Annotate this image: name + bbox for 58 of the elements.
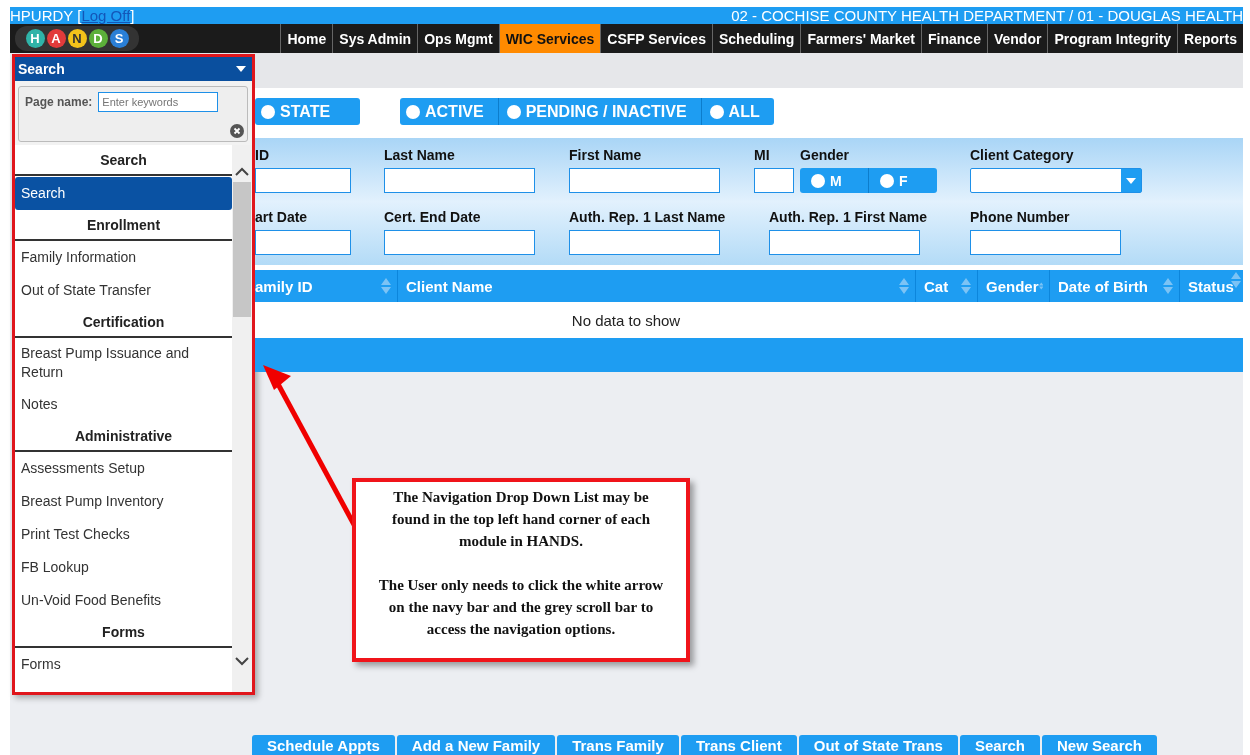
menu-item[interactable]: Forms bbox=[15, 648, 232, 681]
note-text: The Navigation Drop Down List may be found in the top left hand corner of each module in HANDS. bbox=[390, 488, 652, 551]
menu-tab[interactable]: WIC Services bbox=[498, 24, 601, 53]
menu-item[interactable]: Notes bbox=[15, 388, 232, 421]
menu-item[interactable]: Breast Pump Inventory bbox=[15, 485, 232, 518]
scrollbar[interactable] bbox=[232, 145, 252, 692]
logo-letter: H bbox=[25, 29, 45, 48]
field-label: Cert. End Date bbox=[384, 209, 482, 227]
chevron-down-icon[interactable] bbox=[235, 657, 249, 666]
clear-icon[interactable] bbox=[230, 124, 244, 138]
sort-icon bbox=[899, 278, 909, 294]
text-field[interactable] bbox=[970, 230, 1121, 255]
text-field[interactable] bbox=[569, 168, 720, 193]
field-label: Last Name bbox=[384, 147, 456, 165]
logo-letter: A bbox=[46, 29, 66, 48]
logo-letter: D bbox=[88, 29, 108, 48]
field-label: Phone Number bbox=[970, 209, 1071, 227]
text-field[interactable] bbox=[255, 168, 351, 193]
menu-item[interactable]: FB Lookup bbox=[15, 551, 232, 584]
field-label: art Date bbox=[255, 209, 309, 227]
text-field[interactable] bbox=[569, 230, 720, 255]
empty-message: No data to show bbox=[571, 311, 681, 329]
text-field[interactable] bbox=[769, 230, 920, 255]
menu-item[interactable]: Assessments Setup bbox=[15, 452, 232, 485]
menu-item[interactable]: Search bbox=[15, 177, 232, 210]
scroll-thumb[interactable] bbox=[233, 182, 251, 317]
field-label: Page name: bbox=[25, 95, 93, 109]
menu-item[interactable]: Un-Void Food Benefits bbox=[15, 584, 232, 617]
caret-icon bbox=[1126, 177, 1136, 184]
text-field[interactable] bbox=[384, 230, 535, 255]
chevron-up-icon[interactable] bbox=[235, 167, 249, 176]
logo-letter: S bbox=[109, 29, 129, 48]
menu-item[interactable]: Out of State Transfer bbox=[15, 274, 232, 307]
field-label: Gender bbox=[800, 147, 850, 165]
field-label: First Name bbox=[569, 147, 643, 165]
agency-title: 02 - COCHISE COUNTY HEALTH DEPARTMENT / 01 - DOUGLAS HEALTH bbox=[731, 7, 1243, 24]
field-label: ID bbox=[255, 147, 270, 165]
text-field[interactable] bbox=[754, 168, 794, 193]
text-field[interactable] bbox=[384, 168, 535, 193]
logo-letter: N bbox=[67, 29, 87, 48]
note-text: The User only needs to click the white arrow on the navy bar and the grey scroll bar to access the navigation options. bbox=[378, 576, 664, 639]
menu-item[interactable]: Breast Pump Issuance and Return bbox=[15, 338, 232, 388]
sort-icon bbox=[381, 278, 391, 294]
menu-item[interactable]: Print Test Checks bbox=[15, 518, 232, 551]
category-select[interactable] bbox=[970, 168, 1142, 193]
dropdown-header[interactable]: Search bbox=[15, 57, 252, 81]
sort-icon bbox=[1163, 278, 1173, 294]
field-label: MI bbox=[754, 147, 771, 165]
sort-icon bbox=[961, 278, 971, 294]
field-label: Auth. Rep. 1 Last Name bbox=[569, 209, 727, 227]
text-field[interactable] bbox=[255, 230, 351, 255]
caret-icon[interactable] bbox=[236, 66, 246, 72]
user-name: HPURDY [Log Off] bbox=[10, 7, 135, 24]
field-label: Auth. Rep. 1 First Name bbox=[769, 209, 928, 227]
menu-item[interactable]: Family Information bbox=[15, 241, 232, 274]
field-label: Client Category bbox=[970, 147, 1075, 165]
dropdown-title: Search bbox=[18, 61, 65, 77]
keyword-field[interactable]: Enter keywords bbox=[98, 92, 219, 112]
